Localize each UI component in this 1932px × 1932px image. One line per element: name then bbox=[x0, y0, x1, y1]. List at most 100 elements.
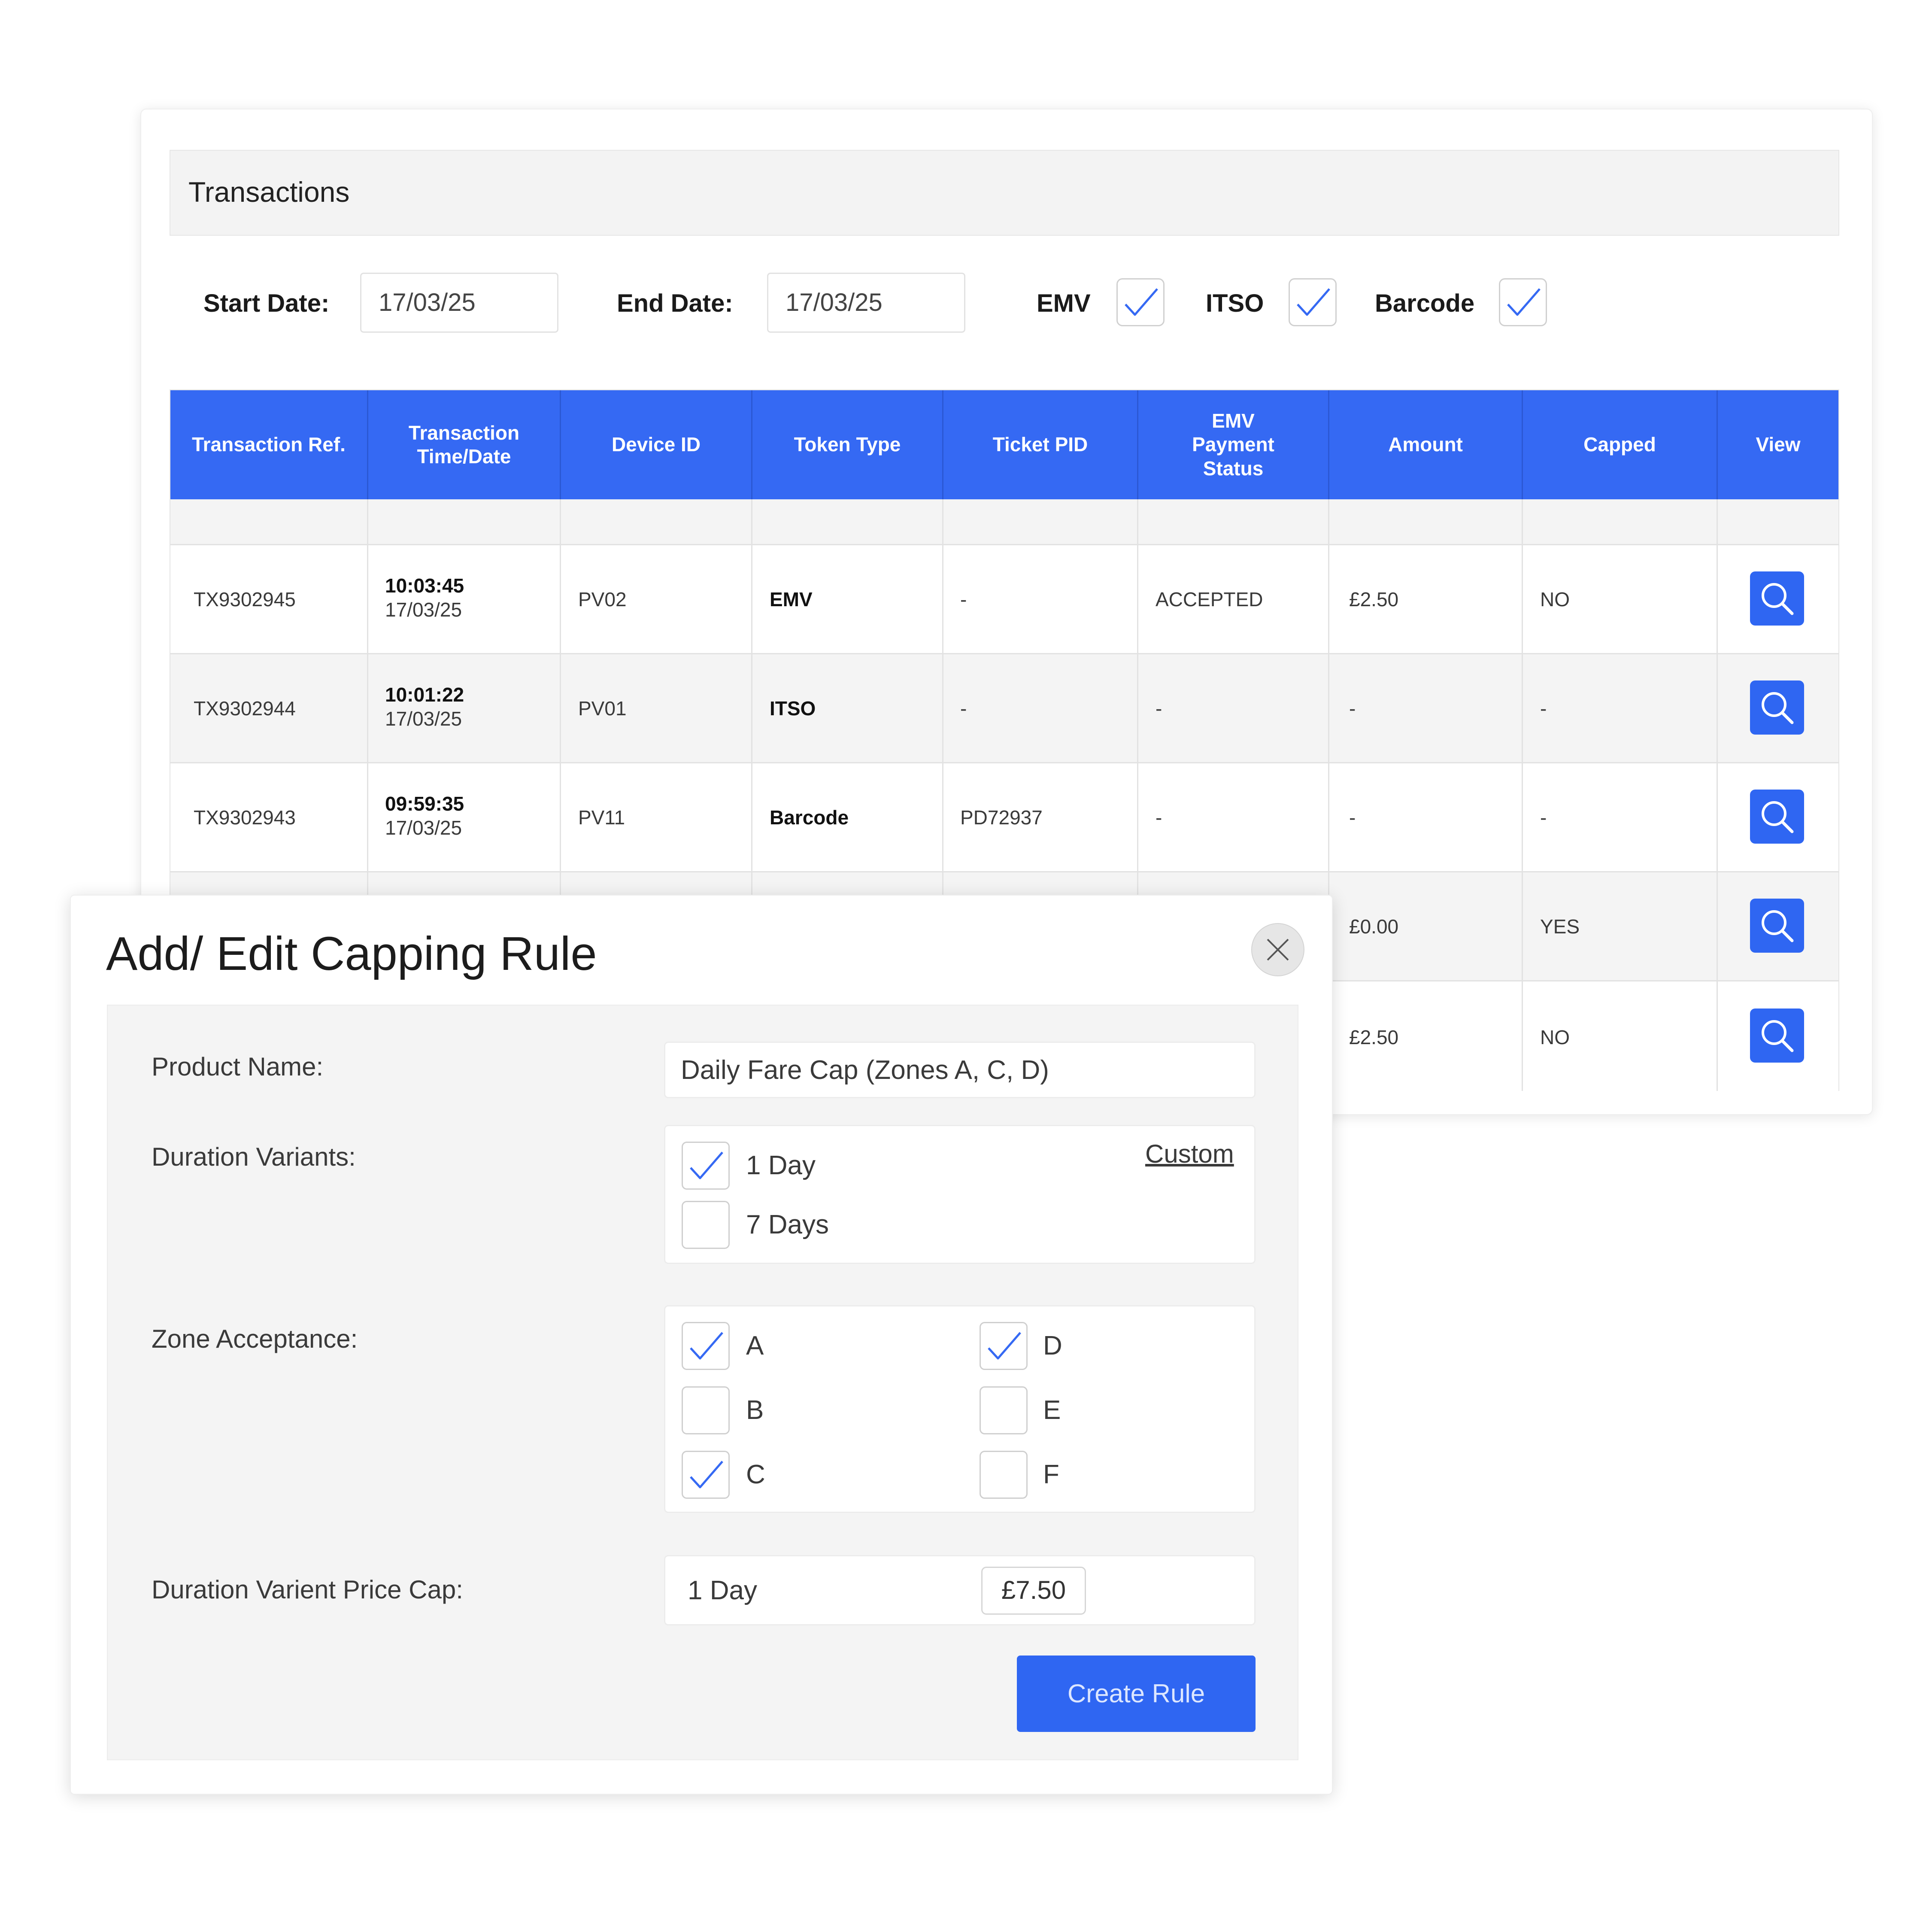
col-divider bbox=[1522, 499, 1523, 1091]
barcode-filter-label: Barcode bbox=[1375, 289, 1475, 317]
zone-f-checkbox[interactable] bbox=[980, 1451, 1028, 1499]
duration-7days-label: 7 Days bbox=[746, 1210, 829, 1239]
duration-variants-label: Duration Variants: bbox=[152, 1142, 356, 1171]
cell-date: 17/03/25 bbox=[385, 817, 462, 839]
cell-time: 09:59:35 bbox=[385, 793, 464, 815]
product-name-value: Daily Fare Cap (Zones A, C, D) bbox=[681, 1055, 1049, 1085]
view-button[interactable] bbox=[1750, 790, 1804, 844]
cell-date: 17/03/25 bbox=[385, 598, 462, 621]
col-header-amount: Amount bbox=[1329, 390, 1522, 499]
row-divider bbox=[170, 871, 1838, 872]
zone-acceptance-label: Zone Acceptance: bbox=[152, 1324, 358, 1353]
zone-e-checkbox[interactable] bbox=[980, 1386, 1028, 1434]
close-button[interactable] bbox=[1251, 923, 1304, 976]
cell-status: - bbox=[1156, 697, 1162, 720]
custom-link[interactable]: Custom bbox=[1145, 1139, 1234, 1169]
barcode-filter-checkbox[interactable] bbox=[1499, 278, 1547, 326]
itso-filter-checkbox[interactable] bbox=[1289, 278, 1337, 326]
cell-amount: £2.50 bbox=[1349, 1026, 1399, 1048]
view-button[interactable] bbox=[1750, 571, 1804, 626]
zone-c-label: C bbox=[746, 1460, 765, 1489]
emv-filter-label: EMV bbox=[1037, 289, 1091, 317]
row-divider bbox=[170, 544, 1838, 545]
modal-body: Product Name: Daily Fare Cap (Zones A, C… bbox=[107, 1005, 1298, 1760]
row-divider bbox=[170, 653, 1838, 654]
duration-7days-checkbox[interactable] bbox=[682, 1201, 730, 1249]
cell-time: 10:01:22 bbox=[385, 683, 464, 706]
price-cap-label: Duration Varient Price Cap: bbox=[152, 1575, 463, 1604]
cell-capped: NO bbox=[1540, 588, 1570, 611]
search-icon bbox=[1762, 1020, 1794, 1052]
cell-capped: - bbox=[1540, 697, 1547, 720]
row-divider bbox=[170, 762, 1838, 763]
end-date-input[interactable]: 17/03/25 bbox=[767, 273, 965, 333]
search-icon bbox=[1762, 910, 1794, 942]
cell-date: 17/03/25 bbox=[385, 708, 462, 730]
price-cap-input[interactable]: £7.50 bbox=[981, 1567, 1086, 1615]
product-name-label: Product Name: bbox=[152, 1052, 324, 1081]
cell-device: PV11 bbox=[578, 806, 625, 829]
product-name-field[interactable]: Daily Fare Cap (Zones A, C, D) bbox=[664, 1042, 1256, 1098]
panel-title: Transactions bbox=[188, 176, 350, 208]
zone-e-label: E bbox=[1043, 1395, 1061, 1425]
cell-status: ACCEPTED bbox=[1156, 588, 1263, 611]
col-header-device: Device ID bbox=[561, 390, 751, 499]
zone-acceptance-box: A B C D E F bbox=[664, 1305, 1256, 1513]
end-date-label: End Date: bbox=[617, 289, 733, 317]
cell-ref: TX9302943 bbox=[194, 806, 296, 829]
cell-pid: - bbox=[960, 588, 967, 611]
cell-status: - bbox=[1156, 806, 1162, 829]
price-cap-variant: 1 Day bbox=[688, 1576, 757, 1605]
cell-time: 10:03:45 bbox=[385, 574, 464, 597]
search-icon bbox=[1762, 692, 1794, 724]
col-header-time: Transaction Time/Date bbox=[368, 390, 560, 499]
checkmark-icon bbox=[988, 1332, 1021, 1360]
duration-1day-checkbox[interactable] bbox=[682, 1142, 730, 1190]
col-header-view: View bbox=[1718, 390, 1838, 499]
start-date-input[interactable]: 17/03/25 bbox=[360, 273, 558, 333]
emv-filter-checkbox[interactable] bbox=[1116, 278, 1165, 326]
cell-amount: £2.50 bbox=[1349, 588, 1399, 611]
zone-f-label: F bbox=[1043, 1460, 1059, 1489]
cell-pid: PD72937 bbox=[960, 806, 1043, 829]
col-header-capped: Capped bbox=[1523, 390, 1717, 499]
cell-amount: £0.00 bbox=[1349, 915, 1399, 938]
checkmark-icon bbox=[1297, 288, 1330, 316]
table-spacer-row bbox=[170, 499, 1838, 544]
search-icon bbox=[1762, 801, 1794, 833]
zone-d-label: D bbox=[1043, 1331, 1062, 1361]
view-button[interactable] bbox=[1750, 680, 1804, 735]
cell-capped: - bbox=[1540, 806, 1547, 829]
duration-variants-box: 1 Day 7 Days Custom bbox=[664, 1125, 1256, 1264]
col-header-token: Token Type bbox=[752, 390, 942, 499]
duration-1day-label: 1 Day bbox=[746, 1151, 816, 1180]
checkmark-icon bbox=[690, 1151, 723, 1179]
zone-b-label: B bbox=[746, 1395, 764, 1425]
view-button[interactable] bbox=[1750, 899, 1804, 953]
col-header-ref: Transaction Ref. bbox=[170, 390, 367, 499]
checkmark-icon bbox=[1125, 288, 1158, 316]
view-button[interactable] bbox=[1750, 1009, 1804, 1063]
zone-d-checkbox[interactable] bbox=[980, 1322, 1028, 1370]
cell-ref: TX9302944 bbox=[194, 697, 296, 720]
zone-b-checkbox[interactable] bbox=[682, 1386, 730, 1434]
cell-token: ITSO bbox=[770, 697, 816, 720]
cell-capped: YES bbox=[1540, 915, 1580, 938]
create-rule-button[interactable]: Create Rule bbox=[1017, 1656, 1256, 1732]
cell-ref: TX9302945 bbox=[194, 588, 296, 611]
cell-pid: - bbox=[960, 697, 967, 720]
col-header-pid: Ticket PID bbox=[943, 390, 1137, 499]
zone-a-label: A bbox=[746, 1331, 764, 1361]
cell-capped: NO bbox=[1540, 1026, 1570, 1048]
capping-rule-modal: Add/ Edit Capping Rule Product Name: Dai… bbox=[70, 895, 1333, 1795]
checkmark-icon bbox=[1507, 288, 1541, 316]
checkmark-icon bbox=[690, 1461, 723, 1488]
zone-c-checkbox[interactable] bbox=[682, 1451, 730, 1499]
cell-amount: - bbox=[1349, 806, 1356, 829]
search-icon bbox=[1762, 583, 1794, 615]
zone-a-checkbox[interactable] bbox=[682, 1322, 730, 1370]
itso-filter-label: ITSO bbox=[1206, 289, 1264, 317]
cell-token: EMV bbox=[770, 588, 813, 611]
close-icon bbox=[1267, 939, 1289, 961]
checkmark-icon bbox=[690, 1332, 723, 1360]
